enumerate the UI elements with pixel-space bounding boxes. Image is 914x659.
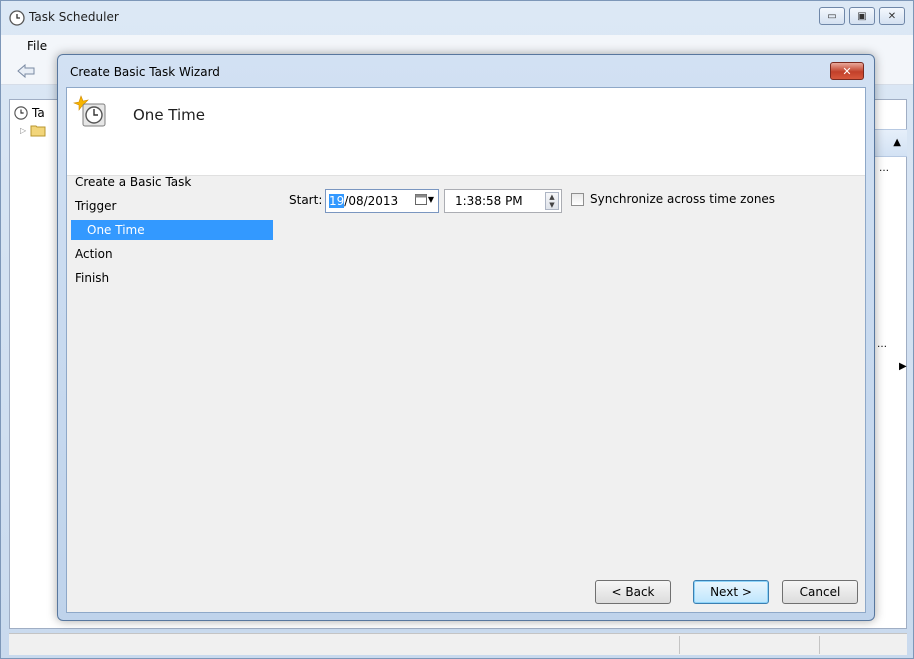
submenu-arrow-icon[interactable]: ▶	[899, 361, 907, 372]
spin-up-icon[interactable]: ▲	[546, 193, 558, 201]
step-trigger: Trigger	[75, 199, 117, 213]
time-spinner[interactable]: ▲ ▼	[545, 192, 559, 210]
next-button[interactable]: Next >	[693, 580, 769, 604]
task-clock-icon	[73, 95, 106, 127]
date-rest: /08/2013	[344, 194, 399, 208]
chevron-down-icon: ▼	[427, 195, 434, 204]
dialog-content: One Time Create a Basic Task Trigger One…	[66, 87, 866, 613]
close-icon: ✕	[887, 10, 897, 22]
tree-root[interactable]: Ta	[14, 104, 45, 122]
maximize-icon: ▣	[857, 10, 867, 22]
back-button[interactable]: < Back	[595, 580, 671, 604]
wizard-page-title: One Time	[133, 106, 206, 124]
spin-down-icon[interactable]: ▼	[546, 201, 558, 209]
sync-time-zones-label[interactable]: Synchronize across time zones	[590, 192, 775, 206]
back-arrow-icon[interactable]	[17, 63, 35, 79]
step-one-time: One Time	[71, 220, 273, 240]
cancel-button[interactable]: Cancel	[782, 580, 858, 604]
step-action: Action	[75, 247, 113, 261]
calendar-icon	[414, 194, 427, 205]
clock-icon	[9, 10, 25, 26]
maximize-button[interactable]: ▣	[849, 7, 875, 25]
start-time-field[interactable]: 1:38:58 PM ▲ ▼	[444, 189, 562, 213]
menu-file[interactable]: File	[27, 39, 47, 53]
sync-time-zones-checkbox[interactable]	[571, 193, 584, 206]
close-button[interactable]: ✕	[879, 7, 905, 25]
tree-root-label: Ta	[32, 106, 45, 120]
step-finish: Finish	[75, 271, 110, 285]
wizard-body: Create a Basic Task Trigger One Time Act…	[67, 175, 865, 612]
collapse-arrow-icon[interactable]: ▲	[893, 137, 901, 148]
date-day-selected[interactable]: 19	[329, 194, 345, 208]
clock-icon	[14, 106, 28, 120]
window-title: Task Scheduler	[29, 10, 119, 24]
start-date-picker[interactable]: 19/08/2013 ▼	[325, 189, 439, 213]
expand-arrow-icon[interactable]: ▷	[20, 126, 26, 135]
title-bar: Task Scheduler ▭ ▣ ✕	[1, 1, 913, 35]
action-more-2[interactable]: …	[877, 339, 887, 350]
wizard-header: One Time	[67, 88, 865, 176]
close-icon: ✕	[842, 64, 852, 78]
minimize-icon: ▭	[827, 10, 837, 22]
time-value: 1:38:58 PM	[455, 194, 523, 208]
folder-icon	[30, 125, 46, 137]
status-bar	[9, 633, 907, 655]
tree-child[interactable]: ▷	[20, 122, 46, 138]
create-basic-task-wizard: Create Basic Task Wizard ✕ One Time Crea…	[57, 54, 875, 621]
wizard-steps: Create a Basic Task Trigger One Time Act…	[67, 175, 273, 606]
calendar-dropdown-button[interactable]: ▼	[414, 194, 434, 205]
dialog-title: Create Basic Task Wizard	[70, 65, 220, 79]
step-create-basic-task: Create a Basic Task	[75, 175, 192, 189]
dialog-close-button[interactable]: ✕	[830, 62, 864, 80]
start-label: Start:	[289, 193, 323, 207]
minimize-button[interactable]: ▭	[819, 7, 845, 25]
action-more-1[interactable]: …	[879, 163, 889, 174]
